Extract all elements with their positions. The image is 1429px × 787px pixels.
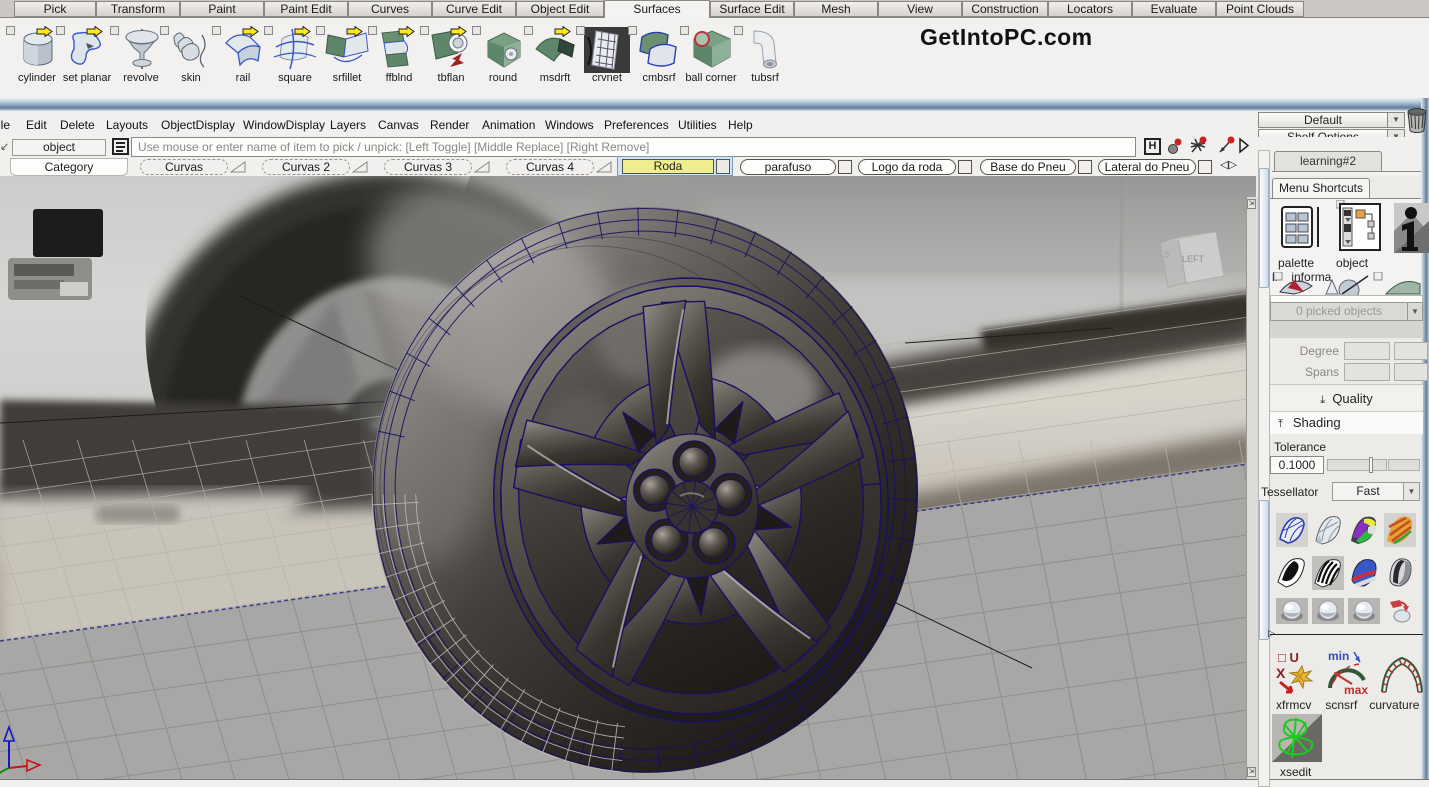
svg-text:X: X [1296,670,1304,684]
svg-text:LEFT: LEFT [1182,254,1205,264]
svg-text:X: X [1276,665,1286,681]
svg-text:max: max [1344,683,1368,696]
svg-text:□ U: □ U [1278,650,1299,665]
svg-text:min: min [1328,649,1349,663]
